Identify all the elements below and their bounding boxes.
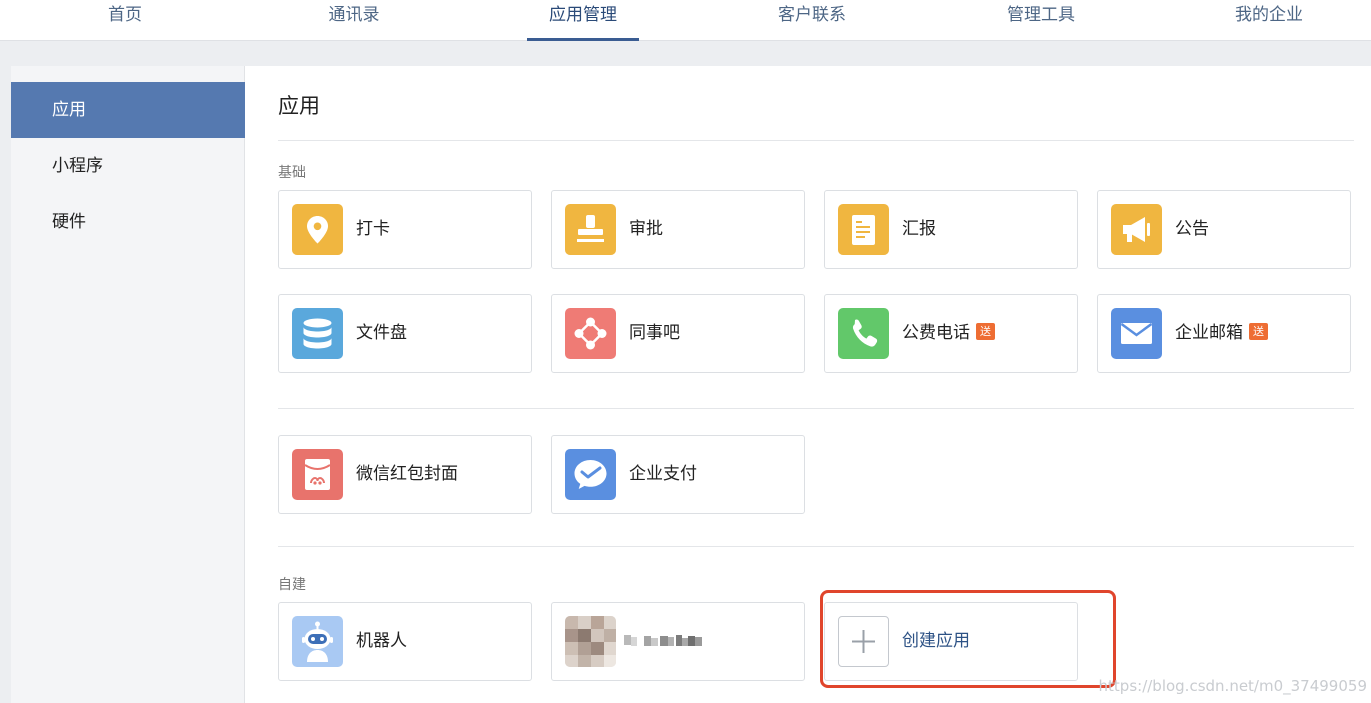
gift-badge: 送 <box>1249 322 1268 340</box>
app-label: 机器人 <box>356 631 407 651</box>
tab-app-management[interactable]: 应用管理 <box>503 0 663 41</box>
sidebar-item-hardware[interactable]: 硬件 <box>11 194 245 250</box>
app-label: 公告 <box>1175 219 1209 239</box>
stamp-icon <box>565 204 616 255</box>
app-card-enterprise-pay[interactable]: 企业支付 <box>551 435 805 514</box>
watermark: https://blog.csdn.net/m0_37499059 <box>1098 677 1367 695</box>
document-icon <box>838 204 889 255</box>
tab-contacts[interactable]: 通讯录 <box>274 0 434 41</box>
app-label: 企业邮箱送 <box>1175 295 1268 372</box>
main-area: 应用 基础 打卡 审批 汇报 公告 文件盘 同事吧 公费电话 送 企业邮箱 送 … <box>246 66 1371 703</box>
tab-admin-tools-label: 管理工具 <box>1007 5 1075 25</box>
app-label: 打卡 <box>356 219 390 239</box>
gift-badge: 送 <box>976 322 995 340</box>
sidebar-item-label: 应用 <box>52 100 86 120</box>
sidebar: 应用 小程序 硬件 <box>11 66 245 703</box>
robot-icon <box>292 616 343 667</box>
app-label: 企业支付 <box>629 464 697 484</box>
tab-customer-contact-label: 客户联系 <box>778 5 846 25</box>
section-label-custom: 自建 <box>278 577 306 593</box>
tab-home[interactable]: 首页 <box>45 0 205 41</box>
divider <box>278 408 1354 409</box>
plus-icon <box>838 616 889 667</box>
section-label-basic: 基础 <box>278 165 306 181</box>
app-card-enterprise-mail[interactable]: 企业邮箱送 <box>1097 294 1351 373</box>
app-card-robot[interactable]: 机器人 <box>278 602 532 681</box>
tab-home-label: 首页 <box>108 5 142 25</box>
network-icon <box>565 308 616 359</box>
app-card-business-phone[interactable]: 公费电话送 <box>824 294 1078 373</box>
blurred-app-icon <box>565 616 616 667</box>
megaphone-icon <box>1111 204 1162 255</box>
app-label: 审批 <box>629 219 663 239</box>
sidebar-item-label: 小程序 <box>52 156 103 176</box>
tab-app-management-label: 应用管理 <box>549 5 617 25</box>
tab-customer-contact[interactable]: 客户联系 <box>732 0 892 41</box>
app-label: 创建应用 <box>902 631 970 651</box>
tab-my-enterprise-label: 我的企业 <box>1235 5 1303 25</box>
app-card-clock-in[interactable]: 打卡 <box>278 190 532 269</box>
tab-my-enterprise[interactable]: 我的企业 <box>1189 0 1349 41</box>
app-card-custom-app[interactable] <box>551 602 805 681</box>
phone-icon <box>838 308 889 359</box>
app-label: 汇报 <box>902 219 936 239</box>
envelope-icon <box>1111 308 1162 359</box>
app-label-text: 同事吧 <box>629 323 680 343</box>
pay-icon <box>565 449 616 500</box>
create-app-button[interactable]: 创建应用 <box>824 602 1078 681</box>
app-card-approval[interactable]: 审批 <box>551 190 805 269</box>
app-card-announcement[interactable]: 公告 <box>1097 190 1351 269</box>
top-nav: 首页 通讯录 应用管理 客户联系 管理工具 我的企业 <box>0 0 1371 41</box>
tab-contacts-label: 通讯录 <box>328 5 380 25</box>
app-card-file-drive[interactable]: 文件盘 <box>278 294 532 373</box>
app-card-red-packet-cover[interactable]: 微信红包封面 <box>278 435 532 514</box>
red-packet-icon <box>292 449 343 500</box>
app-label: 同事吧 <box>629 295 680 372</box>
database-icon <box>292 308 343 359</box>
app-label: 公费电话送 <box>902 295 995 372</box>
tab-admin-tools[interactable]: 管理工具 <box>961 0 1121 41</box>
divider <box>278 140 1354 141</box>
app-label: 文件盘 <box>356 323 407 343</box>
app-label: 微信红包封面 <box>356 464 458 484</box>
active-tab-underline <box>527 38 639 41</box>
app-label-text: 企业邮箱 <box>1175 323 1243 343</box>
app-card-colleague-bar[interactable]: 同事吧 <box>551 294 805 373</box>
sidebar-item-label: 硬件 <box>52 212 86 232</box>
sidebar-item-apps[interactable]: 应用 <box>11 82 245 138</box>
blurred-app-name <box>624 633 708 649</box>
sidebar-item-mini-programs[interactable]: 小程序 <box>11 138 245 194</box>
app-card-report[interactable]: 汇报 <box>824 190 1078 269</box>
divider <box>278 546 1354 547</box>
page-title: 应用 <box>278 94 320 118</box>
app-label-text: 公费电话 <box>902 323 970 343</box>
location-pin-icon <box>292 204 343 255</box>
content-panel: 应用 小程序 硬件 应用 基础 打卡 审批 汇报 公告 文件盘 同事吧 公费电话… <box>11 66 1371 703</box>
